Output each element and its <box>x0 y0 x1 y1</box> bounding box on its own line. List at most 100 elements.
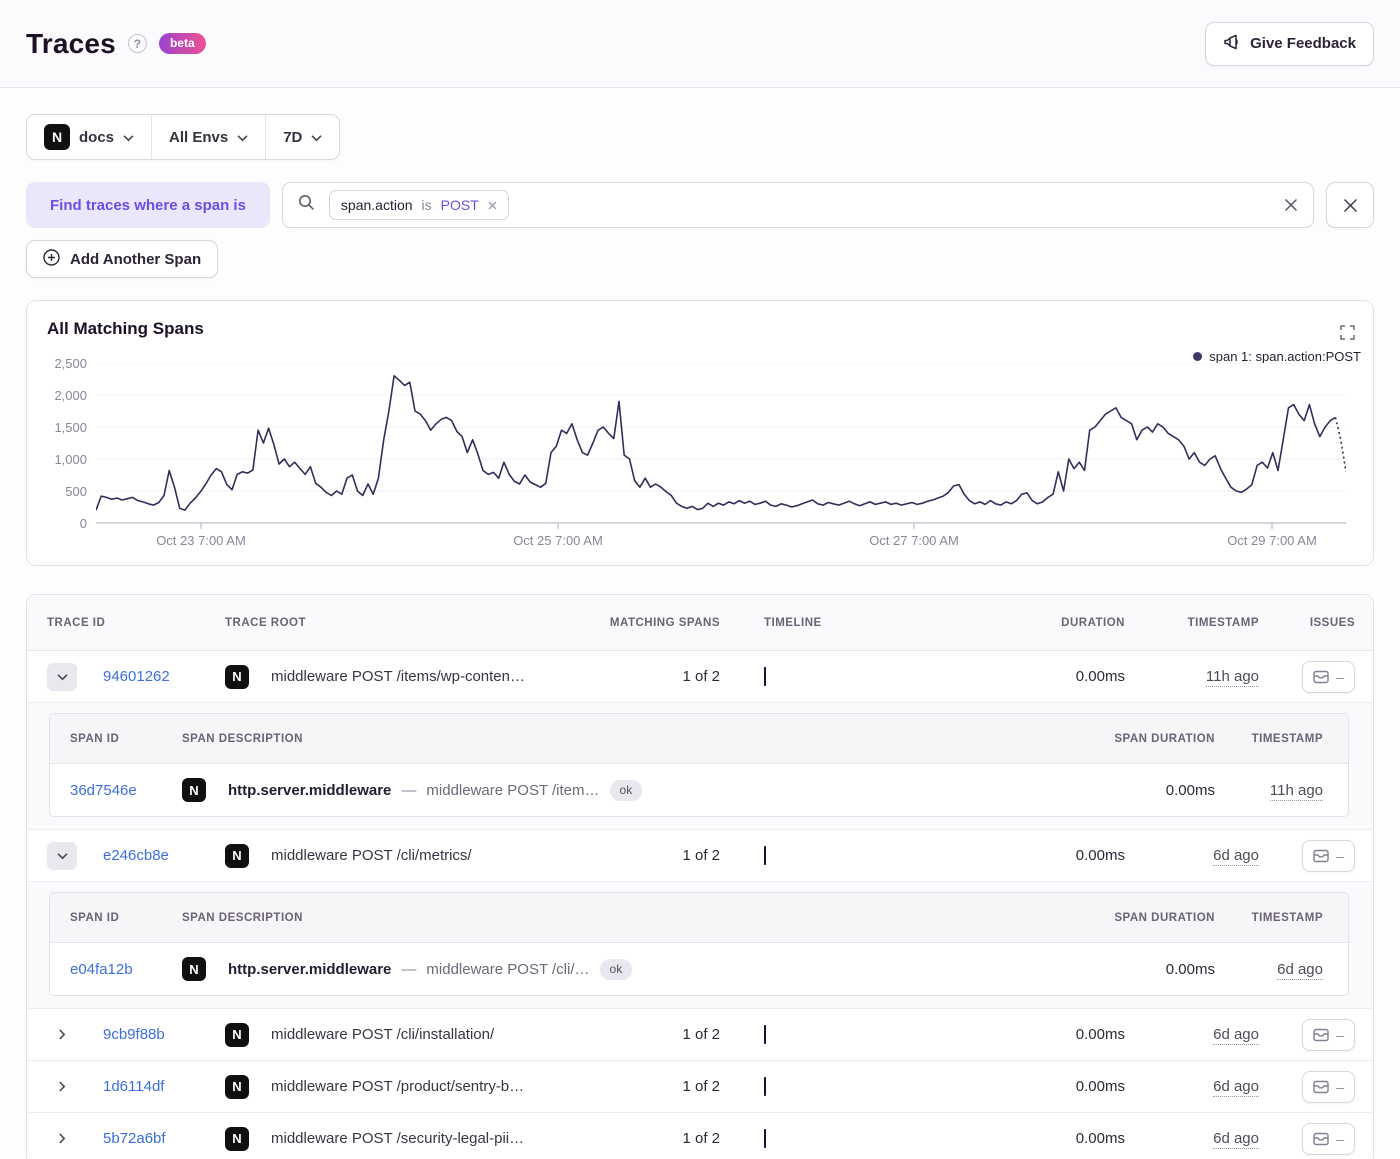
clear-search-icon[interactable] <box>1284 198 1298 212</box>
chevron-down-icon <box>123 129 134 146</box>
span-row: 36d7546e N http.server.middleware — midd… <box>50 764 1348 816</box>
x-axis-tick: Oct 25 7:00 AM <box>513 533 603 548</box>
legend-series-label: span 1: span.action:POST <box>1209 349 1361 364</box>
chevron-down-icon <box>311 129 322 146</box>
trace-id-link[interactable]: 5b72a6bf <box>103 1130 225 1147</box>
matching-spans-count: 1 of 2 <box>682 1130 720 1147</box>
trace-root: middleware POST /cli/metrics/ <box>271 847 472 864</box>
y-axis-tick: 2,500 <box>54 356 87 371</box>
issues-button[interactable]: – <box>1302 1018 1355 1051</box>
timeline-bar <box>764 845 766 865</box>
help-icon[interactable]: ? <box>127 34 147 53</box>
span-search-input-box[interactable]: span.action is POST <box>281 182 1314 228</box>
trace-root: middleware POST /security-legal-pii… <box>271 1130 525 1147</box>
timeline-bar <box>764 1076 766 1096</box>
issues-button[interactable]: – <box>1302 1070 1355 1103</box>
nextjs-icon: N <box>182 957 206 981</box>
separator: — <box>401 781 417 799</box>
span-operation: http.server.middleware <box>228 960 392 978</box>
trace-root: middleware POST /cli/installation/ <box>271 1026 495 1043</box>
trace-duration: 0.00ms <box>1075 1130 1125 1147</box>
expanded-spans-section: SPAN ID SPAN DESCRIPTION SPAN DURATION T… <box>27 703 1373 830</box>
megaphone-icon <box>1223 34 1241 54</box>
chevron-down-icon <box>237 129 248 146</box>
traces-table: TRACE ID TRACE ROOT MATCHING SPANS TIMEL… <box>26 594 1374 1159</box>
x-axis-tick: Oct 29 7:00 AM <box>1227 533 1317 548</box>
find-traces-where-label[interactable]: Find traces where a span is <box>26 182 270 228</box>
search-input[interactable] <box>522 197 1270 213</box>
matching-spans-count: 1 of 2 <box>682 847 720 864</box>
trace-root: middleware POST /product/sentry-b… <box>271 1078 525 1095</box>
legend-series-dot <box>1193 352 1203 361</box>
col-span-timestamp: TIMESTAMP <box>1251 911 1323 924</box>
inbox-icon <box>1313 1028 1329 1041</box>
span-query-row: Find traces where a span is span.action … <box>26 182 1374 228</box>
trace-id-link[interactable]: 9cb9f88b <box>103 1026 225 1043</box>
matching-spans-count: 1 of 2 <box>682 1026 720 1043</box>
expand-row-button[interactable] <box>47 1021 77 1049</box>
filter-chip-operator: is <box>421 197 432 213</box>
environment-selector[interactable]: All Envs <box>151 115 265 159</box>
nextjs-icon: N <box>225 843 249 868</box>
page-title: Traces <box>26 27 116 59</box>
trace-timestamp[interactable]: 6d ago <box>1213 847 1259 866</box>
nextjs-icon: N <box>225 1074 249 1099</box>
filter-chip-remove-icon[interactable] <box>488 197 497 213</box>
span-row: e04fa12b N http.server.middleware — midd… <box>50 943 1348 995</box>
separator: — <box>401 960 417 978</box>
chevron-down-icon <box>56 673 68 680</box>
expand-row-button[interactable] <box>47 1073 77 1101</box>
col-trace-id: TRACE ID <box>47 616 106 629</box>
date-range-selector[interactable]: 7D <box>265 115 339 159</box>
table-row: 5b72a6bf N middleware POST /security-leg… <box>27 1113 1373 1159</box>
col-span-description: SPAN DESCRIPTION <box>182 911 303 924</box>
trace-duration: 0.00ms <box>1075 668 1125 685</box>
trace-timestamp[interactable]: 6d ago <box>1213 1026 1259 1045</box>
collapse-row-button[interactable] <box>47 841 77 870</box>
issues-button[interactable]: – <box>1302 660 1355 693</box>
y-axis-tick: 2,000 <box>54 388 87 403</box>
nextjs-icon: N <box>225 664 249 689</box>
span-table-header-row: SPAN ID SPAN DESCRIPTION SPAN DURATION T… <box>50 893 1348 943</box>
inbox-icon <box>1313 670 1329 683</box>
matching-spans-count: 1 of 2 <box>682 668 720 685</box>
span-operation: http.server.middleware <box>228 781 392 799</box>
y-axis-tick: 1,000 <box>54 452 87 467</box>
span-timestamp[interactable]: 11h ago <box>1269 781 1323 801</box>
plus-circle-icon <box>43 248 60 270</box>
project-selector[interactable]: N docs <box>27 115 151 159</box>
add-another-span-button[interactable]: Add Another Span <box>26 240 219 278</box>
inbox-icon <box>1313 1080 1329 1093</box>
table-row: 94601262 N middleware POST /items/wp-con… <box>27 651 1373 703</box>
date-range-selector-label: 7D <box>283 128 303 146</box>
chart-legend[interactable]: span 1: span.action:POST <box>1193 349 1361 364</box>
remove-span-condition-button[interactable] <box>1326 182 1374 228</box>
col-matching-spans: MATCHING SPANS <box>609 616 720 629</box>
span-id-link[interactable]: 36d7546e <box>70 782 182 799</box>
span-timestamp[interactable]: 6d ago <box>1277 960 1323 980</box>
span-id-link[interactable]: e04fa12b <box>70 961 182 978</box>
trace-id-link[interactable]: 1d6114df <box>103 1078 225 1095</box>
trace-timestamp[interactable]: 6d ago <box>1213 1130 1259 1149</box>
issues-button[interactable]: – <box>1302 839 1355 872</box>
give-feedback-button[interactable]: Give Feedback <box>1205 21 1374 66</box>
trace-timestamp[interactable]: 6d ago <box>1213 1078 1259 1097</box>
all-matching-spans-chart: All Matching Spans span 1: span.action:P… <box>26 300 1374 566</box>
col-span-id: SPAN ID <box>70 732 120 745</box>
project-selector-label: docs <box>79 128 115 146</box>
span-description: middleware POST /cli/… <box>426 960 590 978</box>
search-icon <box>298 194 315 216</box>
trace-id-link[interactable]: e246cb8e <box>103 847 225 864</box>
expand-chart-icon[interactable] <box>1340 325 1355 340</box>
chevron-down-icon <box>56 852 68 859</box>
issues-button[interactable]: – <box>1302 1122 1355 1155</box>
filter-chip-span-action[interactable]: span.action is POST <box>328 190 509 220</box>
filter-chip-value: POST <box>440 197 479 213</box>
expand-row-button[interactable] <box>47 1125 77 1153</box>
trace-timestamp[interactable]: 11h ago <box>1205 668 1259 687</box>
trace-id-link[interactable]: 94601262 <box>103 668 225 685</box>
col-issues: ISSUES <box>1309 616 1355 629</box>
beta-badge: beta <box>158 33 206 54</box>
collapse-row-button[interactable] <box>47 662 77 691</box>
col-trace-root: TRACE ROOT <box>225 616 307 629</box>
